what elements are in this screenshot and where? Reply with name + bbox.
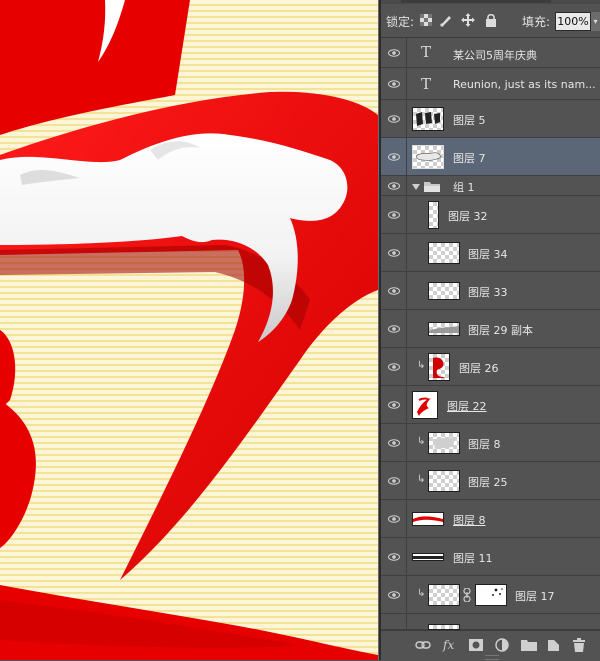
eye-icon[interactable] (381, 500, 407, 537)
lock-position-icon[interactable] (461, 13, 475, 27)
layer-name: 图层 22 (447, 400, 487, 413)
layer-name: 图层 11 (453, 552, 493, 565)
clipping-mask-icon: ↳ (417, 474, 426, 485)
layer-thumbnail (428, 584, 460, 606)
layer-row[interactable]: 图层 29 副本 (381, 310, 600, 348)
eye-icon[interactable] (381, 462, 407, 499)
layer-row[interactable]: ↳ 图层 25 (381, 462, 600, 500)
eye-icon[interactable] (381, 38, 407, 67)
eye-icon[interactable] (381, 576, 407, 613)
chevron-down-icon[interactable] (412, 181, 420, 194)
eye-icon[interactable] (381, 272, 407, 309)
layer-thumbnail (428, 242, 460, 264)
layer-row[interactable]: 图层 22 (381, 386, 600, 424)
link-layers-icon[interactable] (415, 638, 431, 652)
layer-name: 图层 17 (515, 590, 555, 603)
fill-label: 填充: (522, 15, 551, 29)
layer-row-selected[interactable]: 图层 7 (381, 138, 600, 176)
folder-icon (424, 180, 440, 195)
eye-icon[interactable] (381, 614, 407, 629)
eye-icon[interactable] (381, 538, 407, 575)
layers-bottom-bar: fx (381, 630, 600, 661)
eye-icon[interactable] (381, 310, 407, 347)
layer-name: 图层 8 (453, 514, 486, 527)
clipping-mask-icon: ↳ (417, 588, 426, 599)
layer-thumbnail (428, 201, 439, 229)
layer-row[interactable]: 图层 11 (381, 538, 600, 576)
eye-icon[interactable] (381, 100, 407, 137)
layer-name: 图层 25 (468, 476, 508, 489)
layer-row[interactable]: 图层 32 (381, 196, 600, 234)
adjustment-layer-icon[interactable] (495, 638, 509, 652)
fx-icon[interactable]: fx (443, 638, 454, 652)
layer-row[interactable]: ↳ 图层 17 (381, 576, 600, 614)
layer-name: 图层 8 (468, 438, 501, 451)
layer-thumbnail (428, 432, 460, 454)
eye-icon[interactable] (381, 348, 407, 385)
layers-panel: 锁定: 填充: 100% ▾ T 某公司5周年庆典 T Reunion, jus… (381, 0, 600, 661)
fill-dropdown-arrow-icon[interactable]: ▾ (591, 12, 600, 31)
panel-resize-grip[interactable] (485, 655, 499, 660)
layer-mask-thumbnail[interactable] (475, 584, 507, 606)
layer-thumbnail (412, 145, 444, 169)
text-layer-icon: T (421, 75, 432, 93)
layer-row[interactable]: ↳ 图层 8 (381, 424, 600, 462)
lock-bar: 锁定: 填充: 100% ▾ (381, 4, 600, 38)
layer-row[interactable] (381, 614, 600, 630)
new-group-icon[interactable] (521, 638, 537, 652)
eye-icon[interactable] (381, 176, 407, 195)
trash-icon[interactable] (573, 638, 585, 652)
layer-name: 图层 34 (468, 248, 508, 261)
layer-name: Reunion, just as its nam... (453, 78, 596, 91)
add-mask-icon[interactable] (469, 638, 483, 652)
group-row[interactable]: 组 1 (381, 176, 600, 196)
link-chain-icon[interactable] (463, 587, 471, 605)
layer-name: 图层 26 (459, 362, 499, 375)
new-layer-icon[interactable] (547, 638, 561, 652)
layer-thumbnail (412, 391, 438, 419)
lock-transparent-pixels-icon[interactable] (419, 13, 433, 27)
layer-row[interactable]: T Reunion, just as its nam... (381, 68, 600, 100)
layer-row[interactable]: 图层 5 (381, 100, 600, 138)
group-name: 组 1 (453, 181, 475, 194)
layer-name: 某公司5周年庆典 (453, 49, 537, 62)
layer-row[interactable]: 图层 34 (381, 234, 600, 272)
layer-thumbnail (412, 512, 444, 526)
eye-icon[interactable] (381, 386, 407, 423)
canvas-artwork (0, 0, 378, 660)
layer-name: 图层 32 (448, 210, 488, 223)
clipping-mask-icon: ↳ (417, 436, 426, 447)
layer-thumbnail (428, 282, 460, 300)
text-layer-icon: T (421, 43, 432, 61)
fill-input[interactable]: 100% (555, 12, 591, 31)
layer-name: 图层 33 (468, 286, 508, 299)
layer-thumbnail (412, 553, 444, 561)
eye-icon[interactable] (381, 234, 407, 271)
eye-icon[interactable] (381, 196, 407, 233)
layer-row[interactable]: 图层 33 (381, 272, 600, 310)
lock-all-icon[interactable] (484, 13, 498, 27)
layer-row[interactable]: T 某公司5周年庆典 (381, 38, 600, 68)
layer-thumbnail (428, 322, 460, 336)
eye-icon[interactable] (381, 68, 407, 99)
eye-icon[interactable] (381, 424, 407, 461)
lock-label: 锁定: (386, 15, 415, 29)
layer-name: 图层 7 (453, 152, 486, 165)
layer-row[interactable]: ↳ 图层 26 (381, 348, 600, 386)
lock-image-pixels-icon[interactable] (439, 13, 453, 27)
layer-thumbnail (428, 470, 460, 492)
layer-thumbnail (412, 107, 444, 131)
clipping-mask-icon: ↳ (417, 360, 426, 371)
layer-name: 图层 5 (453, 114, 486, 127)
layer-row[interactable]: 图层 8 (381, 500, 600, 538)
document-canvas[interactable] (0, 0, 378, 660)
eye-icon[interactable] (381, 138, 407, 175)
layer-name: 图层 29 副本 (468, 324, 533, 337)
layer-thumbnail (428, 353, 450, 381)
